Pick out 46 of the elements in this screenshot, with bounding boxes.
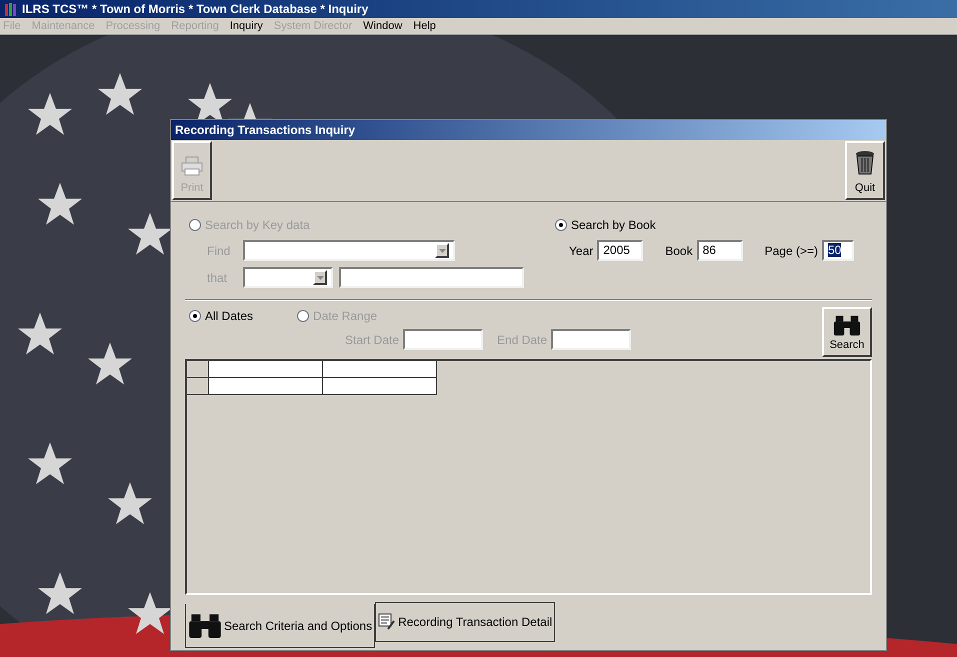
binoculars-icon (833, 314, 861, 336)
field-label: Book (665, 242, 693, 260)
star-icon (128, 212, 172, 255)
star-icon (28, 442, 72, 484)
star-icon (128, 592, 172, 634)
window-title: ILRS TCS™ * Town of Morris * Town Clerk Database * Inquiry (22, 1, 368, 18)
star-icon (88, 342, 132, 384)
binoculars-icon (188, 612, 222, 640)
find-dropdown[interactable] (243, 240, 455, 261)
form-edit-icon (378, 613, 396, 631)
star-icon (38, 572, 82, 614)
menu-item[interactable]: Inquiry (230, 18, 263, 34)
radio-label: Date Range (313, 308, 378, 325)
menu-item[interactable]: Window (363, 18, 402, 34)
star-icon (98, 72, 142, 115)
condition-dropdown[interactable] (243, 267, 333, 288)
field-label: that (207, 270, 228, 286)
radio-button[interactable] (555, 219, 567, 231)
radio-label: Search by Key data (205, 217, 310, 234)
field-label: End Date (497, 332, 548, 348)
dialog-title: Recording Transactions Inquiry (175, 122, 356, 139)
radio-label: All Dates (205, 308, 254, 325)
field-label: Find (207, 242, 232, 260)
tab[interactable]: Search Criteria and Options (185, 604, 376, 648)
trash-can-icon (854, 150, 876, 176)
radio-label: Search by Book (571, 217, 656, 234)
value-field[interactable] (339, 267, 524, 288)
search-button[interactable]: Search (822, 307, 872, 357)
date-field[interactable] (551, 329, 632, 350)
printer-icon (181, 156, 203, 176)
field-label: Start Date (345, 332, 400, 348)
app-icon (4, 2, 18, 16)
text-field[interactable]: 50 (822, 240, 854, 261)
menu-item[interactable]: Help (413, 18, 436, 34)
tab[interactable]: Recording Transaction Detail (375, 602, 556, 642)
radio-button[interactable] (189, 310, 201, 322)
star-icon (38, 182, 82, 225)
star-icon (108, 482, 152, 524)
text-field[interactable]: 2005 (597, 240, 644, 261)
field-label: Page (>=) (764, 242, 818, 260)
star-icon (18, 312, 62, 354)
quit-button[interactable]: Quit (845, 141, 885, 200)
date-field[interactable] (403, 329, 484, 350)
star-icon (28, 92, 72, 135)
field-label: Year (569, 242, 594, 260)
text-field[interactable]: 86 (696, 240, 743, 261)
